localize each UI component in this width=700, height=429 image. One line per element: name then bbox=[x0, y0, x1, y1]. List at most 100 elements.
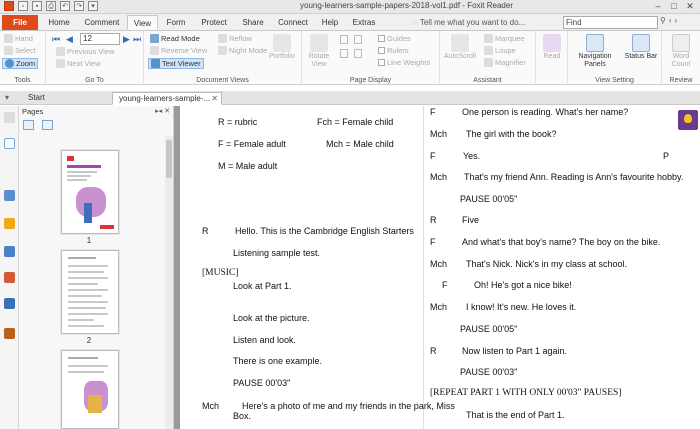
comments-icon[interactable] bbox=[4, 218, 15, 229]
text-viewer-button[interactable]: Text Viewer bbox=[148, 58, 204, 69]
panel-controls[interactable]: ▸◂ ✕ bbox=[155, 106, 170, 118]
navigation-rail bbox=[0, 106, 19, 429]
page-number-2: 2 bbox=[86, 336, 92, 345]
read-mode-button[interactable]: Read Mode bbox=[150, 34, 200, 43]
tab-help[interactable]: Help bbox=[318, 15, 342, 30]
ribbon: Hand Select Zoom Tools ⏮ ◀ 12 ▶ ⏭ Previo… bbox=[0, 31, 700, 85]
page3-figure bbox=[88, 395, 102, 413]
tab-share[interactable]: Share bbox=[238, 15, 268, 30]
tell-me-box[interactable]: ◌ Tell me what you want to do... bbox=[413, 15, 525, 30]
doc-tab-current[interactable]: young-learners-sample-... ✕ bbox=[112, 92, 222, 105]
close-tab-icon[interactable]: ✕ bbox=[211, 93, 218, 104]
portfolio-button[interactable]: Portfolio bbox=[266, 34, 298, 61]
continuous-icon[interactable] bbox=[354, 35, 362, 44]
next-view-button[interactable]: Next View bbox=[56, 59, 101, 68]
tools-icon[interactable] bbox=[4, 328, 15, 339]
left-line-6: There is one example. bbox=[233, 356, 323, 366]
zoom-icon bbox=[5, 59, 14, 68]
find-input[interactable]: Find bbox=[563, 16, 658, 29]
doc-tab-start[interactable]: Start bbox=[22, 92, 110, 105]
last-page-icon[interactable]: ⏭ bbox=[133, 34, 141, 45]
reverse-view-icon bbox=[150, 46, 159, 55]
undo-icon[interactable]: ↶ bbox=[60, 1, 70, 11]
tab-file[interactable]: File bbox=[2, 15, 38, 30]
left-line-5: Listen and look. bbox=[233, 335, 297, 345]
save-icon[interactable]: ▪ bbox=[32, 1, 42, 11]
first-page-icon[interactable]: ⏮ bbox=[52, 34, 60, 45]
security-icon[interactable] bbox=[4, 272, 15, 283]
left-speaker-2: [MUSIC] bbox=[202, 268, 239, 278]
tab-home[interactable]: Home bbox=[42, 15, 76, 30]
night-mode-button[interactable]: Night Mode bbox=[218, 46, 267, 55]
customize-icon[interactable]: ▾ bbox=[88, 1, 98, 11]
cover-footer bbox=[100, 225, 114, 229]
select-tool[interactable]: Select bbox=[4, 46, 36, 55]
tab-form[interactable]: Form bbox=[162, 15, 190, 30]
hand-tool[interactable]: Hand bbox=[4, 34, 33, 43]
print-icon[interactable]: ⎙ bbox=[46, 1, 56, 11]
magnifier-button[interactable]: Magnifier bbox=[484, 58, 526, 67]
tab-extras[interactable]: Extras bbox=[347, 15, 381, 30]
tab-comment[interactable]: Comment bbox=[80, 15, 124, 30]
pages-scrollbar[interactable] bbox=[165, 136, 173, 429]
page-thumbnail-2[interactable] bbox=[61, 250, 119, 334]
reflow-button[interactable]: Reflow bbox=[218, 34, 252, 43]
single-page-icon[interactable] bbox=[340, 35, 348, 44]
line-weights-checkbox[interactable]: Line Weights bbox=[378, 58, 430, 67]
find-next-icon[interactable]: › bbox=[675, 16, 678, 25]
document-tabs: ▾ Start young-learners-sample-... ✕ bbox=[0, 91, 700, 105]
facing-icon[interactable] bbox=[340, 49, 348, 58]
rulers-checkbox[interactable]: Rulers bbox=[378, 46, 409, 55]
next-page-icon[interactable]: ▶ bbox=[123, 34, 130, 45]
zoom-tool[interactable]: Zoom bbox=[2, 58, 39, 69]
tab-list-icon[interactable]: ▾ bbox=[5, 93, 9, 102]
column-divider bbox=[423, 106, 424, 429]
maximize-button[interactable]: □ bbox=[666, 0, 682, 13]
word-count-button[interactable]: Word Count bbox=[664, 34, 698, 69]
signature-icon[interactable] bbox=[4, 298, 15, 309]
open-icon[interactable]: ▫ bbox=[18, 1, 28, 11]
prev-page-icon[interactable]: ◀ bbox=[66, 34, 73, 45]
redo-icon[interactable]: ↷ bbox=[74, 1, 84, 11]
find-prev-icon[interactable]: ‹ bbox=[669, 16, 672, 25]
left-line-4: Look at the picture. bbox=[233, 313, 310, 323]
pages-panel-icon[interactable] bbox=[4, 138, 15, 149]
rotate-view-button[interactable]: Rotate View bbox=[304, 34, 334, 69]
read-button[interactable]: Read bbox=[538, 34, 566, 61]
hand-mode-icon[interactable] bbox=[4, 112, 15, 123]
layers-icon[interactable] bbox=[4, 190, 15, 201]
read-mode-icon bbox=[150, 34, 159, 43]
window-controls: – □ ✕ bbox=[650, 0, 698, 13]
loupe-button[interactable]: Loupe bbox=[484, 46, 516, 55]
tab-view[interactable]: View bbox=[127, 15, 158, 30]
pages-scroll-thumb[interactable] bbox=[166, 140, 172, 178]
close-button[interactable]: ✕ bbox=[682, 0, 698, 13]
page-thumbnail-1[interactable] bbox=[61, 150, 119, 234]
page-number-input[interactable]: 12 bbox=[80, 33, 120, 45]
cover-icon[interactable] bbox=[354, 49, 362, 58]
word-count-icon bbox=[672, 34, 690, 52]
guides-checkbox[interactable]: Guides bbox=[378, 34, 411, 43]
tab-connect[interactable]: Connect bbox=[273, 15, 313, 30]
right-line-1: The girl with the book? bbox=[466, 129, 557, 139]
marquee-button[interactable]: Marquee bbox=[484, 34, 525, 43]
zoom-thumbnail-icon[interactable] bbox=[42, 120, 53, 130]
group-tools: Hand Select Zoom Tools bbox=[0, 31, 46, 85]
page-options-icon[interactable] bbox=[23, 120, 34, 130]
tab-protect[interactable]: Protect bbox=[195, 15, 233, 30]
right-line-5: Five bbox=[462, 215, 480, 225]
group-goto: ⏮ ◀ 12 ▶ ⏭ Previous View Next View Go To bbox=[46, 31, 144, 85]
minimize-button[interactable]: – bbox=[650, 0, 666, 13]
legend-male-child: Mch = Male child bbox=[326, 139, 394, 149]
page-thumbnail-3[interactable] bbox=[61, 350, 119, 429]
reverse-view-button[interactable]: Reverse View bbox=[150, 46, 207, 55]
text-viewer-icon bbox=[151, 59, 160, 68]
autoscroll-button[interactable]: AutoScroll bbox=[442, 34, 478, 61]
navigation-panels-button[interactable]: Navigation Panels bbox=[570, 34, 620, 69]
group-page-display: Rotate View Guides Rulers Line Weights P… bbox=[302, 31, 440, 85]
status-bar-button[interactable]: Status Bar bbox=[622, 34, 660, 61]
lightbulb-icon[interactable] bbox=[678, 110, 698, 130]
find-options-icon[interactable]: ⚲ bbox=[660, 16, 666, 25]
previous-view-button[interactable]: Previous View bbox=[56, 47, 114, 56]
attachments-icon[interactable] bbox=[4, 246, 15, 257]
